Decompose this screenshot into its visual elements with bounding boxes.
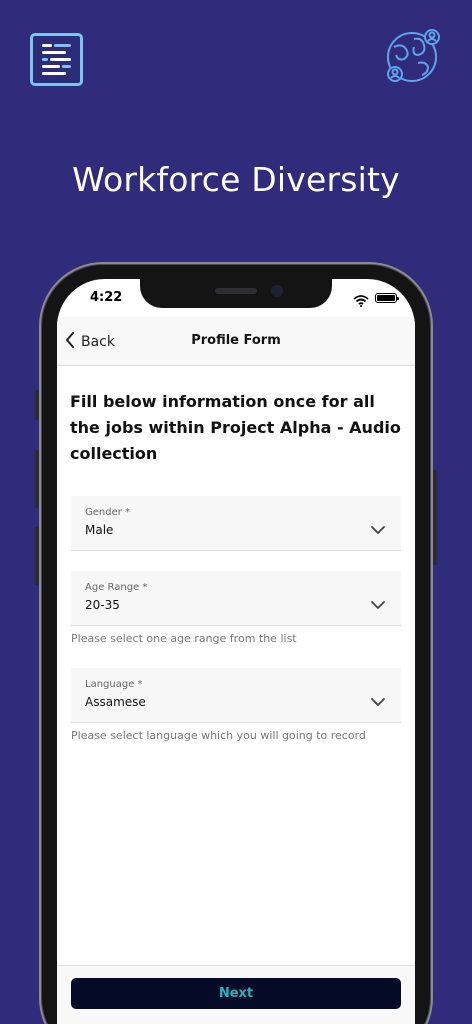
app-logo-icon	[30, 33, 83, 86]
speaker-grille	[215, 288, 257, 294]
gender-value: Male	[85, 523, 114, 537]
navigation-bar: Back Profile Form	[57, 317, 415, 366]
promo-title: Workforce Diversity	[72, 160, 400, 199]
age-range-value: 20-35	[85, 598, 120, 612]
phone-mute-switch	[35, 390, 39, 420]
age-range-label: Age Range *	[85, 582, 148, 593]
phone-volume-up	[35, 450, 39, 508]
age-range-helper-text: Please select one age range from the lis…	[71, 632, 297, 645]
language-helper-text: Please select language which you will go…	[71, 729, 366, 742]
next-button[interactable]: Next	[71, 978, 401, 1009]
chevron-down-icon	[371, 595, 385, 614]
language-value: Assamese	[85, 695, 146, 709]
phone-volume-down	[35, 527, 39, 585]
front-camera	[271, 285, 283, 297]
status-time: 4:22	[90, 290, 123, 305]
chevron-down-icon	[371, 520, 385, 539]
phone-notch	[140, 279, 332, 308]
gender-label: Gender *	[85, 507, 131, 518]
globe-people-icon	[384, 27, 444, 85]
wifi-icon	[353, 292, 369, 311]
language-select[interactable]: Language * Assamese	[71, 668, 401, 723]
gender-select[interactable]: Gender * Male	[71, 496, 401, 551]
chevron-down-icon	[371, 692, 385, 711]
form-intro-text: Fill below information once for all the …	[70, 392, 401, 463]
phone-power-button	[433, 470, 437, 565]
age-range-select[interactable]: Age Range * 20-35	[71, 571, 401, 626]
page-title: Profile Form	[191, 333, 281, 348]
phone-screen: 4:22 Back Profile Form Fill below inform…	[57, 279, 415, 1024]
language-label: Language *	[85, 679, 143, 690]
battery-icon	[375, 293, 399, 303]
footer-bar: Next	[57, 965, 415, 1024]
